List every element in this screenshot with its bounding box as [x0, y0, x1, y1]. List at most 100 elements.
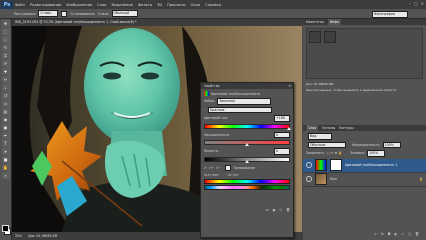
workspace-select[interactable]: Фотография [372, 10, 408, 18]
layer-row-hue-sat[interactable]: Цветовой тон/Насыщенность 1 [303, 158, 426, 173]
hue-slider-knob[interactable] [287, 126, 291, 130]
foreground-color-swatch[interactable] [2, 225, 9, 232]
minimize-button[interactable]: – [409, 1, 411, 6]
link-icon[interactable]: ∞ [374, 232, 377, 236]
lock-icons[interactable]: ▢ ✏ ✥ 🔒 [327, 151, 342, 155]
dodge-tool-icon[interactable]: ● [1, 124, 10, 131]
tab-channels[interactable]: Каналы [322, 125, 335, 131]
type-tool-icon[interactable]: T [1, 140, 10, 147]
clip-layer-icon[interactable]: ⧉ [266, 208, 268, 212]
range-value-left: 315°/345° [204, 172, 220, 177]
layer-filter-row: Вид [306, 133, 423, 140]
eyedropper-tool-icon[interactable]: ✐ [1, 60, 10, 67]
antialias-checkbox[interactable] [61, 10, 68, 17]
hue-value-input[interactable]: +180 [274, 115, 290, 122]
feather-input[interactable]: 0 пикс. [38, 10, 59, 17]
eye-icon[interactable] [306, 162, 312, 168]
menu-edit[interactable]: Редактирование [30, 3, 61, 7]
colorize-checkbox[interactable] [225, 164, 232, 171]
tab-paths[interactable]: Контуры [339, 125, 354, 131]
doc-size: Док: 61,9М/65,8М [28, 234, 58, 238]
eraser-tool-icon[interactable]: ▭ [1, 100, 10, 107]
layers-panel: Слои Каналы Контуры Вид Обычные Непрозра… [303, 125, 426, 240]
menu-filter[interactable]: Фильтр [138, 3, 152, 7]
menu-help[interactable]: Справка [205, 3, 221, 7]
style-select[interactable]: Обычный [111, 10, 138, 17]
channel-select[interactable]: Красные [207, 106, 272, 113]
tab-info[interactable]: Инфо [327, 19, 341, 25]
menu-view[interactable]: Просмотр [167, 3, 185, 7]
blend-mode-select[interactable]: Обычные [308, 141, 346, 148]
shape-tool-icon[interactable]: ■ [1, 156, 10, 163]
quick-select-tool-icon[interactable]: ✎ [1, 44, 10, 51]
menu-file[interactable]: Файл [15, 3, 25, 7]
menu-layer[interactable]: Слои [97, 3, 106, 7]
new-layer-icon[interactable]: ❏ [408, 232, 411, 236]
adjustment-title-row: Цветовой тон/Насыщенность [204, 91, 290, 96]
lightness-slider[interactable] [204, 156, 290, 163]
visibility-icon[interactable]: ◉ [272, 208, 275, 212]
adjustment-icon[interactable]: ◐ [394, 232, 397, 236]
menu-image[interactable]: Изображение [66, 3, 92, 7]
fill-input[interactable]: 100% [367, 150, 386, 157]
eyedropper-plus-icon[interactable]: ✐+ [209, 166, 214, 170]
folder-icon[interactable]: ▭ [401, 232, 404, 236]
options-bar: Растушевка: 0 пикс. Сглаживание Стиль: О… [0, 9, 426, 19]
trash-icon[interactable]: 🗑 [286, 208, 290, 212]
color-ramp-top[interactable] [204, 178, 290, 184]
tab-navigator[interactable]: Навигатор [306, 19, 324, 25]
lasso-tool-icon[interactable]: ◌ [1, 36, 10, 43]
hand-target-icon[interactable]: ☝ [204, 108, 206, 112]
mask-thumb[interactable] [330, 159, 342, 171]
saturation-slider[interactable] [204, 140, 290, 146]
menu-window[interactable]: Окно [191, 3, 201, 7]
healing-tool-icon[interactable]: ✚ [1, 68, 10, 75]
trash-icon[interactable]: 🗑 [415, 232, 419, 236]
close-button[interactable]: × [421, 1, 424, 6]
history-brush-icon[interactable]: ↺ [1, 92, 10, 99]
mask-icon[interactable]: ◘ [388, 232, 391, 236]
move-tool-icon[interactable]: ✥ [1, 20, 10, 27]
fx-icon[interactable]: fx [381, 232, 384, 236]
panel-menu-icon[interactable]: ≡ [288, 83, 291, 89]
lightness-value-input[interactable]: 0 [274, 148, 290, 155]
layer-name: Цветовой тон/Насыщенность 1 [345, 163, 398, 167]
menu-select[interactable]: Выделение [112, 3, 133, 7]
hue-sat-icon [204, 91, 209, 96]
eye-icon[interactable] [306, 176, 312, 182]
blend-row: Обычные Непрозрачность: 100% [306, 141, 423, 148]
maximize-button[interactable]: □ [414, 1, 418, 6]
menu-3d[interactable]: 3D [157, 3, 162, 7]
marquee-tool-icon[interactable]: ⬚ [1, 28, 10, 35]
saturation-slider-knob[interactable] [245, 143, 249, 146]
layer-row-background[interactable]: Фон 🔒 [303, 173, 426, 187]
brush-tool-icon[interactable]: ✏ [1, 76, 10, 83]
zoom-level[interactable]: 33% [15, 232, 22, 240]
crop-tool-icon[interactable]: ⌗ [1, 52, 10, 59]
color-ramp-bottom[interactable] [204, 184, 290, 190]
kind-filter-select[interactable]: Вид [308, 133, 332, 140]
path-select-icon[interactable]: ➤ [1, 148, 10, 155]
saturation-value-input[interactable]: 0 [274, 131, 290, 138]
lightness-slider-knob[interactable] [245, 159, 249, 163]
feather-label: Растушевка: [14, 11, 37, 16]
opacity-label: Непрозрачность: [352, 142, 381, 147]
blur-tool-icon[interactable]: ◆ [1, 116, 10, 123]
hand-tool-icon[interactable]: ✋ [1, 164, 10, 171]
pen-tool-icon[interactable]: ✒ [1, 132, 10, 139]
panel-footer: ⧉ ◉ ↺ 🗑 [204, 208, 290, 212]
lock-icon: 🔒 [419, 177, 423, 181]
doc-info-text: Док: 61,9М/65,8М [306, 82, 334, 86]
gradient-tool-icon[interactable]: ▤ [1, 108, 10, 115]
stamp-tool-icon[interactable]: ⊥ [1, 84, 10, 91]
reset-icon[interactable]: ↺ [279, 208, 282, 212]
eyedropper-icon[interactable]: ✐ [204, 166, 207, 170]
hue-slider[interactable] [204, 123, 291, 130]
eyedropper-minus-icon[interactable]: ✐− [216, 166, 221, 170]
zoom-tool-icon[interactable]: ⌕ [1, 172, 10, 179]
preset-select[interactable]: Заказная [217, 98, 272, 105]
document-tab[interactable]: IMG_5193.CR2 @ 33,3% (Цветовой тон/Насыщ… [12, 19, 305, 26]
opacity-input[interactable]: 100% [382, 141, 401, 148]
properties-header[interactable]: Свойства ≡ [201, 83, 293, 89]
tab-layers[interactable]: Слои [306, 125, 319, 131]
